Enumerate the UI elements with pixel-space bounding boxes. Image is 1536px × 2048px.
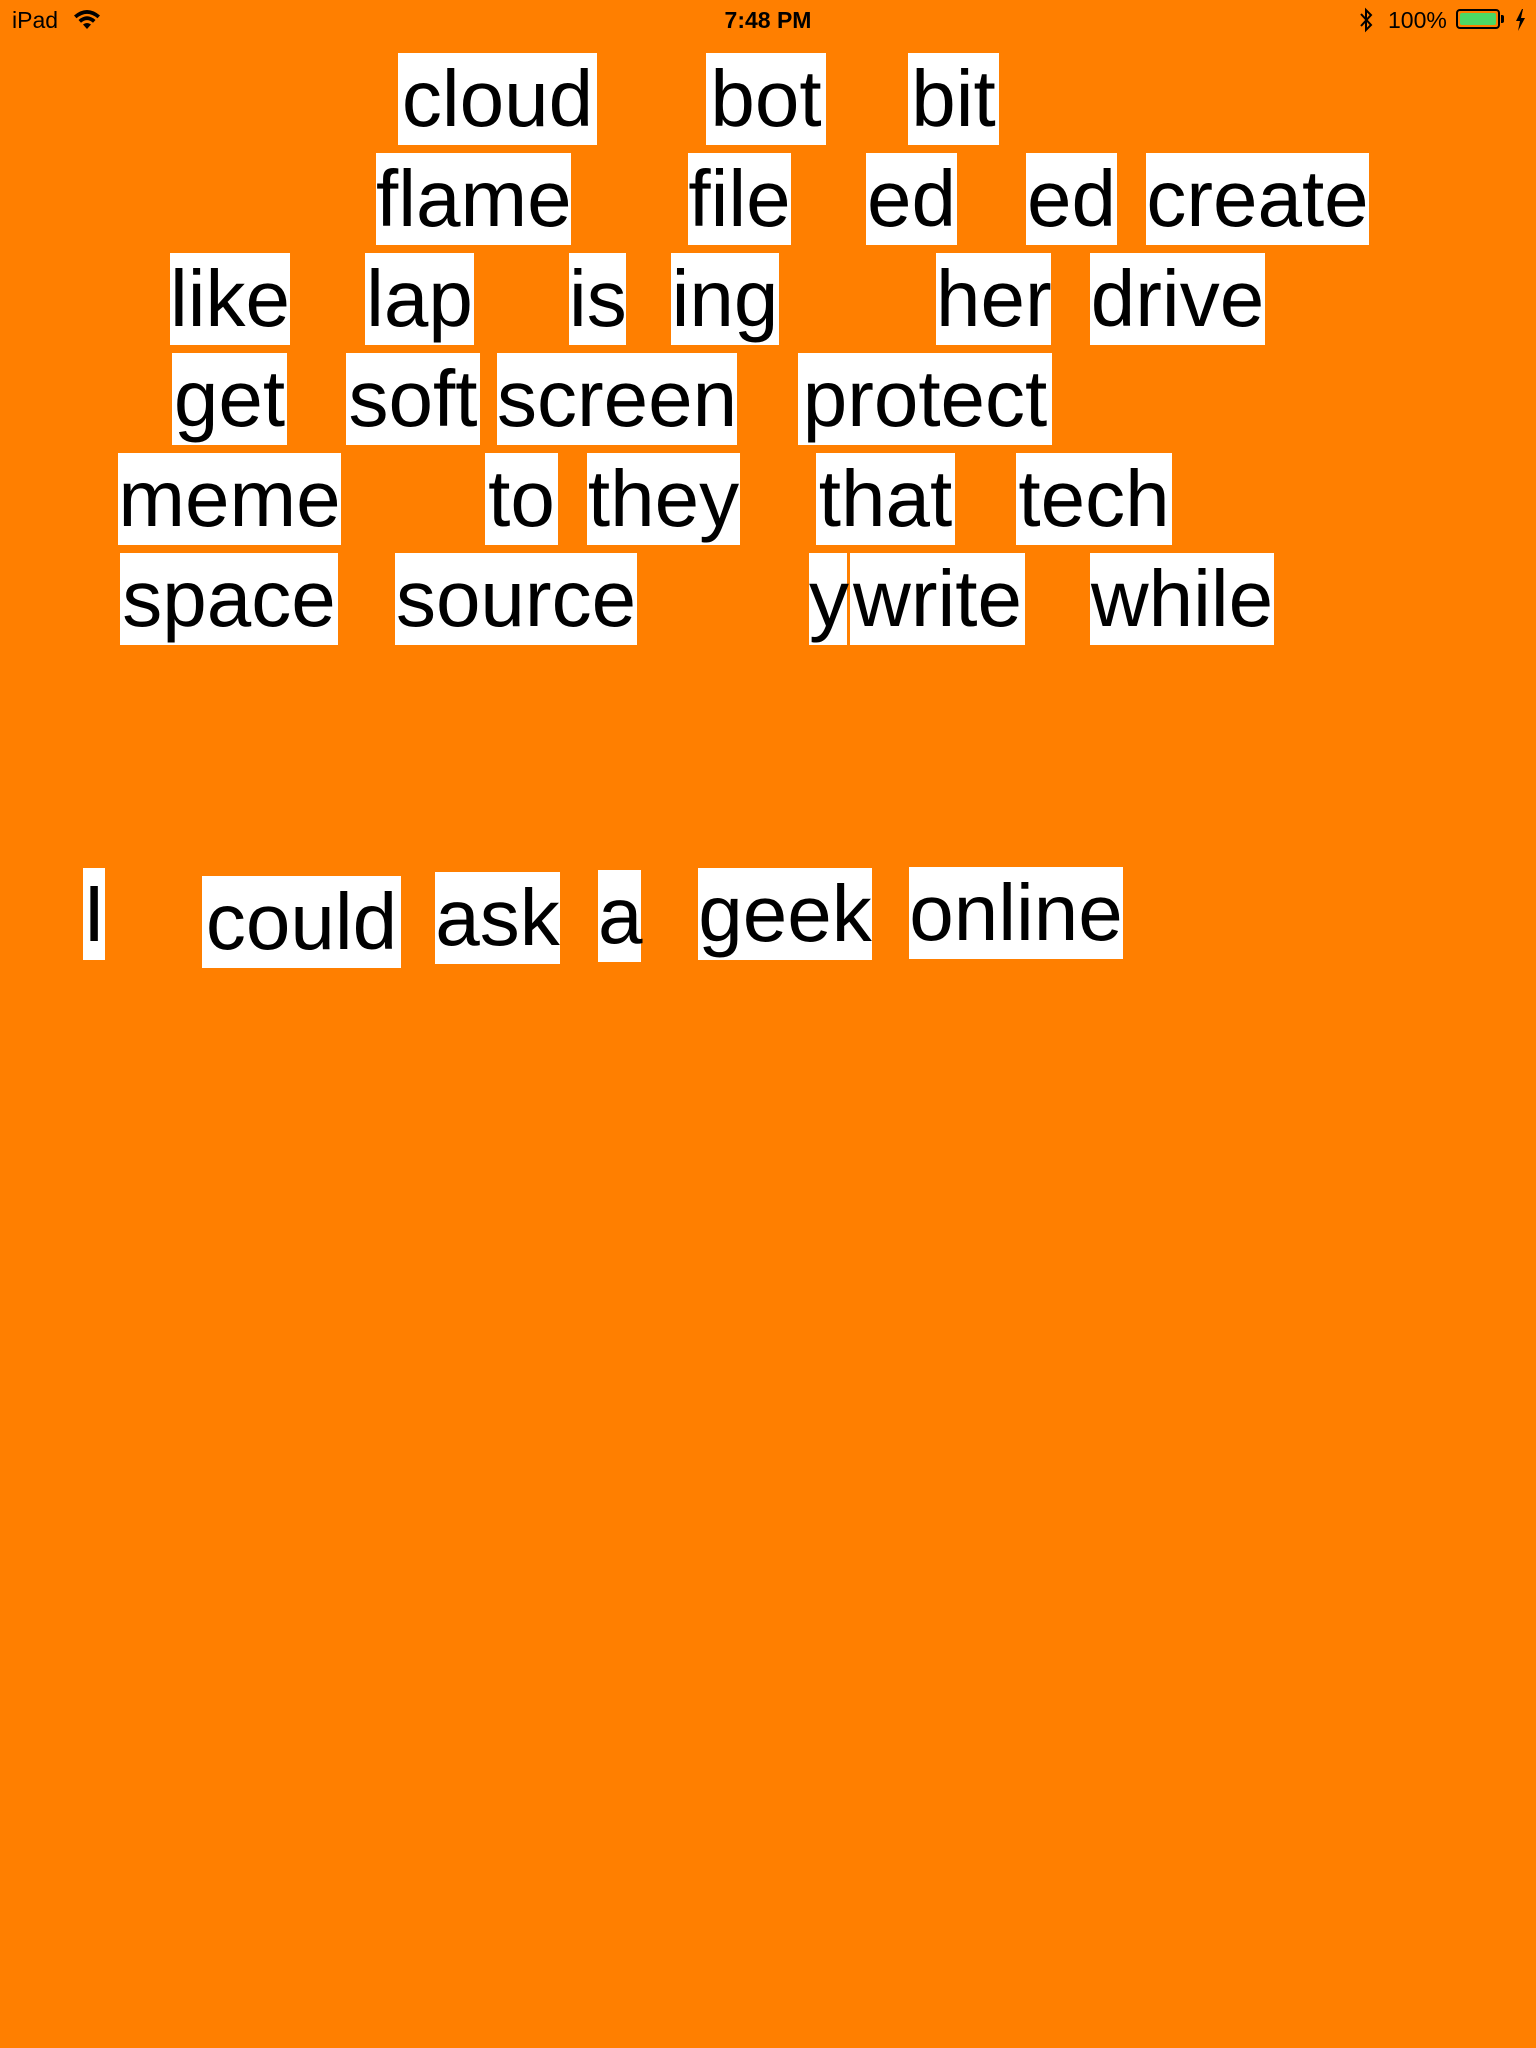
word-tile[interactable]: her xyxy=(936,253,1052,345)
word-tile[interactable]: flame xyxy=(376,153,572,245)
status-bar: iPad 7:48 PM 100% xyxy=(0,0,1536,40)
word-tile[interactable]: write xyxy=(850,553,1025,645)
sentence-word-tile[interactable]: a xyxy=(598,870,643,962)
sentence-word-tile[interactable]: online xyxy=(909,867,1123,959)
word-tile[interactable]: source xyxy=(395,553,637,645)
word-tile[interactable]: get xyxy=(172,353,287,445)
word-tile[interactable]: cloud xyxy=(398,53,597,145)
word-tile[interactable]: protect xyxy=(798,353,1052,445)
clock: 7:48 PM xyxy=(724,7,812,33)
word-tile[interactable]: they xyxy=(587,453,740,545)
word-tile[interactable]: lap xyxy=(365,253,474,345)
word-tile[interactable]: ing xyxy=(671,253,779,345)
word-tile[interactable]: file xyxy=(688,153,791,245)
sentence-word-tile[interactable]: I xyxy=(83,868,105,960)
battery-level-fill xyxy=(1460,13,1496,25)
word-tile[interactable]: is xyxy=(569,253,627,345)
bluetooth-icon xyxy=(1360,7,1373,33)
sentence-word-tile[interactable]: geek xyxy=(698,868,872,960)
word-tile[interactable]: ed xyxy=(866,153,957,245)
word-tile[interactable]: ed xyxy=(1026,153,1117,245)
app-canvas: iPad 7:48 PM 100% cloud bot bit flame fi… xyxy=(0,0,1536,2048)
word-tile[interactable]: soft xyxy=(346,353,480,445)
charging-bolt-icon xyxy=(1516,9,1525,31)
word-tile[interactable]: bot xyxy=(706,53,826,145)
battery-cap xyxy=(1501,15,1504,23)
battery-percent: 100% xyxy=(1388,7,1447,33)
word-tile[interactable]: meme xyxy=(118,453,341,545)
word-tile[interactable]: create xyxy=(1146,153,1369,245)
word-tile[interactable]: space xyxy=(120,553,338,645)
word-tile[interactable]: bit xyxy=(908,53,999,145)
word-tile[interactable]: tech xyxy=(1016,453,1172,545)
word-tile[interactable]: y xyxy=(809,553,849,645)
word-tile[interactable]: like xyxy=(170,253,290,345)
sentence-word-tile[interactable]: ask xyxy=(435,872,560,964)
word-tile[interactable]: that xyxy=(816,453,955,545)
battery-icon xyxy=(1456,9,1500,29)
word-tile[interactable]: drive xyxy=(1090,253,1265,345)
word-tile[interactable]: screen xyxy=(497,353,737,445)
word-tile[interactable]: while xyxy=(1090,553,1274,645)
sentence-word-tile[interactable]: could xyxy=(202,876,401,968)
word-tile[interactable]: to xyxy=(485,453,558,545)
